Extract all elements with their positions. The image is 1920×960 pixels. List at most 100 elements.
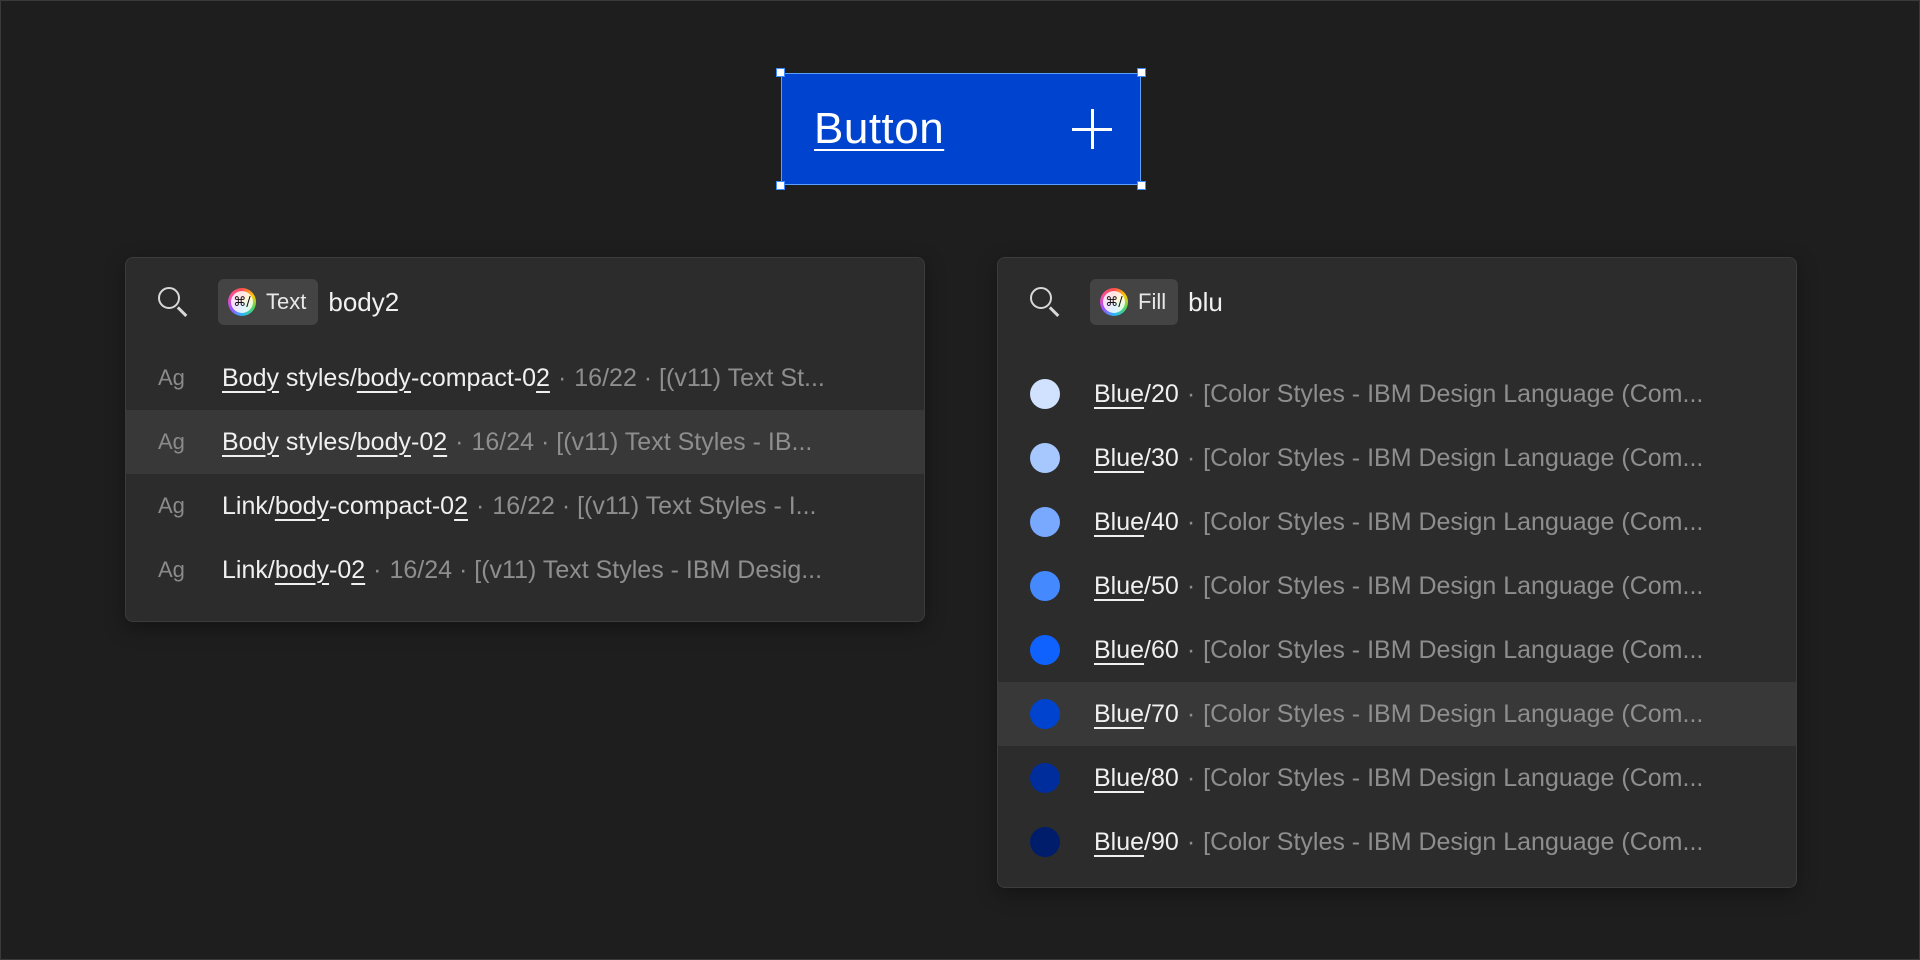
match-highlight: Body — [222, 363, 279, 392]
separator: · — [1186, 635, 1196, 664]
color-style-meta: [Color Styles - IBM Design Language (Com… — [1203, 507, 1704, 536]
button-label: Button — [814, 104, 945, 153]
text-style-name: Link/body-02 — [222, 556, 365, 585]
text-search-input[interactable]: body2 — [328, 287, 399, 318]
resize-handle-bottom-left[interactable] — [776, 181, 785, 190]
color-swatch-icon — [1030, 635, 1060, 665]
color-swatch-icon — [1030, 379, 1060, 409]
color-swatch-icon — [1030, 763, 1060, 793]
text-filter-chip-label: Text — [266, 289, 307, 314]
match-highlight: Blue — [1094, 443, 1145, 472]
text-style-result-row[interactable]: Ag Body styles/body-02 · 16/24 · [(v11) Tex… — [126, 410, 924, 474]
separator: · — [373, 555, 382, 584]
color-style-meta: [Color Styles - IBM Design Language (Com… — [1203, 443, 1704, 472]
color-style-result-row[interactable]: Blue/20 · [Color Styles - IBM Design Langu… — [998, 362, 1796, 426]
plus-icon — [1072, 109, 1112, 149]
separator: · — [475, 491, 485, 520]
name-segment: /50 — [1144, 571, 1179, 600]
color-style-name: Blue/70 — [1094, 700, 1179, 729]
name-segment: /20 — [1144, 379, 1179, 408]
color-style-name: Blue/30 — [1094, 444, 1179, 473]
color-style-result-row[interactable]: Blue/40 · [Color Styles - IBM Design Langu… — [998, 490, 1796, 554]
name-segment: /30 — [1144, 443, 1179, 472]
name-segment: styles/ — [278, 427, 357, 456]
text-style-glyph-icon: Ag — [158, 365, 185, 390]
color-style-result-row[interactable]: Blue/70 · [Color Styles - IBM Design Langu… — [998, 682, 1796, 746]
name-segment: -compact-0 — [329, 491, 455, 520]
fill-filter-chip[interactable]: ⌘/ Fill — [1090, 279, 1179, 325]
color-style-result-row[interactable]: Blue/50 · [Color Styles - IBM Design Langu… — [998, 554, 1796, 618]
match-highlight: body — [356, 363, 411, 392]
color-swatch-icon — [1030, 571, 1060, 601]
color-style-meta: [Color Styles - IBM Design Language (Com… — [1203, 699, 1704, 728]
text-style-name: Body styles/body-02 — [222, 428, 447, 457]
fill-style-search-panel: ⌘/ Fill blu Blue/20 · [Color Styles - IBM … — [997, 257, 1797, 888]
name-segment: /60 — [1144, 635, 1179, 664]
fill-search-input[interactable]: blu — [1188, 287, 1223, 318]
text-style-meta: 16/22 · [(v11) Text Styles - I... — [492, 491, 817, 520]
text-style-meta: 16/22 · [(v11) Text St... — [574, 363, 825, 392]
name-segment: /70 — [1144, 699, 1179, 728]
text-style-result-row[interactable]: Ag Link/body-02 · 16/24 · [(v11) Text Style… — [126, 538, 924, 602]
match-highlight: 2 — [351, 555, 366, 584]
name-segment: styles/ — [278, 363, 357, 392]
color-style-meta: [Color Styles - IBM Design Language (Com… — [1203, 763, 1704, 792]
text-style-search-panel: ⌘/ Text body2 Ag Body styles/body-compact… — [125, 257, 925, 622]
match-highlight: body — [274, 491, 330, 520]
color-style-name: Blue/90 — [1094, 828, 1179, 857]
text-style-name: Link/body-compact-02 — [222, 492, 468, 521]
match-highlight: Blue — [1094, 379, 1145, 408]
color-style-name: Blue/40 — [1094, 508, 1179, 537]
separator: · — [557, 363, 567, 392]
match-highlight: Blue — [1094, 635, 1145, 664]
fill-search-bar[interactable]: ⌘/ Fill blu — [998, 258, 1796, 346]
separator: · — [1186, 827, 1196, 856]
text-style-glyph-icon: Ag — [158, 493, 185, 518]
search-icon — [156, 285, 190, 319]
color-style-result-row[interactable]: Blue/80 · [Color Styles - IBM Design Langu… — [998, 746, 1796, 810]
resize-handle-top-left[interactable] — [776, 68, 785, 77]
match-highlight: body — [356, 427, 411, 456]
separator: · — [1186, 763, 1196, 792]
match-highlight: 2 — [433, 427, 448, 456]
text-style-glyph-icon: Ag — [158, 557, 185, 582]
name-segment: /80 — [1144, 763, 1179, 792]
text-style-result-row[interactable]: Ag Body styles/body-compact-02 · 16/22 · [(… — [126, 346, 924, 410]
match-highlight: Blue — [1094, 827, 1145, 856]
color-style-result-row[interactable]: Blue/90 · [Color Styles - IBM Design Langu… — [998, 810, 1796, 874]
separator: · — [1186, 699, 1196, 728]
color-style-result-row[interactable]: Blue/60 · [Color Styles - IBM Design Langu… — [998, 618, 1796, 682]
color-style-name: Blue/50 — [1094, 572, 1179, 601]
name-segment: -0 — [411, 427, 434, 456]
match-highlight: Blue — [1094, 571, 1145, 600]
name-segment: Link/ — [222, 491, 275, 520]
match-highlight: Body — [222, 427, 279, 456]
color-style-meta: [Color Styles - IBM Design Language (Com… — [1203, 827, 1704, 856]
color-style-meta: [Color Styles - IBM Design Language (Com… — [1203, 379, 1704, 408]
match-highlight: Blue — [1094, 507, 1145, 536]
canvas-button-frame[interactable]: Button — [776, 68, 1146, 190]
match-highlight: 2 — [454, 491, 468, 520]
text-style-result-row[interactable]: Ag Link/body-compact-02 · 16/22 · [(v11) Te… — [126, 474, 924, 538]
color-style-result-row[interactable]: Blue/30 · [Color Styles - IBM Design Langu… — [998, 426, 1796, 490]
color-style-name: Blue/20 — [1094, 380, 1179, 409]
text-filter-chip[interactable]: ⌘/ Text — [218, 279, 319, 325]
text-style-meta: 16/24 · [(v11) Text Styles - IBM Desig..… — [389, 555, 823, 584]
color-swatch-icon — [1030, 507, 1060, 537]
text-style-glyph-icon: Ag — [158, 429, 185, 454]
color-swatch-icon — [1030, 827, 1060, 857]
fill-filter-chip-label: Fill — [1138, 289, 1167, 314]
plugin-icon: ⌘/ — [1100, 288, 1128, 316]
color-style-name: Blue/80 — [1094, 764, 1179, 793]
match-highlight: body — [274, 555, 330, 584]
resize-handle-top-right[interactable] — [1137, 68, 1146, 77]
name-segment: /40 — [1144, 507, 1179, 536]
name-segment: Link/ — [222, 555, 275, 584]
resize-handle-bottom-right[interactable] — [1137, 181, 1146, 190]
plugin-icon: ⌘/ — [228, 288, 256, 316]
separator: · — [1186, 443, 1196, 472]
separator: · — [1186, 571, 1196, 600]
name-segment: /90 — [1144, 827, 1179, 856]
separator: · — [1186, 379, 1196, 408]
text-search-bar[interactable]: ⌘/ Text body2 — [126, 258, 924, 346]
